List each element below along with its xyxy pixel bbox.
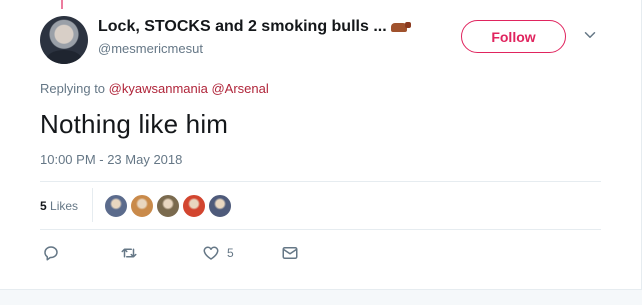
liker-avatar[interactable]	[208, 194, 232, 218]
envelope-icon	[282, 247, 298, 259]
tweet-text: Nothing like him	[40, 109, 229, 139]
tweet-actions: 5	[40, 244, 340, 264]
liker-avatars	[104, 194, 232, 218]
likes-label: Likes	[50, 199, 79, 213]
tweet-header: Lock, STOCKS and 2 smoking bulls ... @me…	[40, 16, 642, 66]
replying-prefix: Replying to	[40, 81, 106, 96]
divider	[92, 188, 93, 222]
chevron-down-icon[interactable]	[581, 26, 599, 44]
follow-button[interactable]: Follow	[461, 20, 566, 53]
retweet-icon	[121, 248, 137, 258]
heart-icon	[203, 246, 219, 260]
likes-number: 5	[40, 199, 47, 213]
retweet-button[interactable]	[120, 244, 138, 262]
display-name-text: Lock, STOCKS and 2 smoking bulls ...	[98, 18, 387, 35]
liker-avatar[interactable]	[104, 194, 128, 218]
likes-count[interactable]: 5 Likes	[40, 199, 78, 213]
mention-link[interactable]: @Arsenal	[211, 81, 268, 96]
mention-link[interactable]: @kyawsanmania	[109, 81, 208, 96]
user-handle[interactable]: @mesmericmesut	[98, 41, 203, 56]
direct-message-button[interactable]	[281, 244, 299, 262]
divider	[40, 229, 601, 230]
footer-band	[0, 290, 642, 305]
avatar[interactable]	[40, 16, 88, 64]
bull-emoji-icon	[390, 21, 411, 33]
divider	[40, 181, 601, 182]
liker-avatar[interactable]	[156, 194, 180, 218]
reply-icon	[44, 246, 58, 261]
reply-button[interactable]	[42, 244, 60, 262]
timestamp[interactable]: 10:00 PM - 23 May 2018	[40, 152, 182, 167]
like-count: 5	[227, 246, 234, 260]
thread-connector	[61, 0, 63, 9]
replying-to: Replying to @kyawsanmania @Arsenal	[40, 81, 269, 96]
like-button[interactable]: 5	[202, 244, 234, 262]
avatar-figure	[46, 50, 82, 64]
liker-avatar[interactable]	[182, 194, 206, 218]
display-name[interactable]: Lock, STOCKS and 2 smoking bulls ...	[98, 18, 411, 36]
liker-avatar[interactable]	[130, 194, 154, 218]
